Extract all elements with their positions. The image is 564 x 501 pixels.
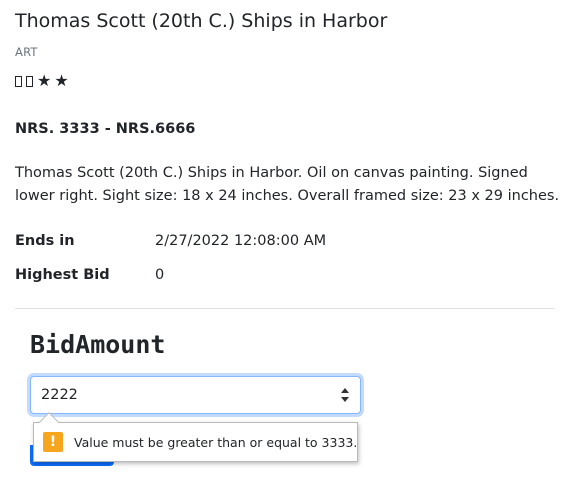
- spin-up-icon[interactable]: [341, 388, 349, 393]
- item-title: Thomas Scott (20th C.) Ships in Harbor: [15, 10, 388, 32]
- bid-amount-field: [30, 376, 361, 414]
- tooltip-arrow: [39, 412, 59, 432]
- section-divider: [15, 308, 555, 309]
- star-icon: ★: [54, 71, 69, 90]
- ends-in-value: 2/27/2022 12:08:00 AM: [155, 233, 327, 249]
- highest-bid-value: 0: [155, 267, 165, 283]
- empty-star-icon: [15, 75, 22, 87]
- highest-bid-label: Highest Bid: [15, 267, 110, 283]
- rating-stars: ★ ★: [15, 71, 72, 91]
- item-category: ART: [15, 45, 38, 59]
- spin-down-icon[interactable]: [341, 397, 349, 402]
- bid-amount-label: BidAmount: [30, 330, 166, 359]
- empty-star-icon: [26, 75, 33, 87]
- validation-message: Value must be greater than or equal to 3…: [74, 434, 358, 450]
- spinner-arrows-icon[interactable]: [339, 387, 351, 405]
- ends-in-label: Ends in: [15, 233, 75, 249]
- warning-icon: !: [43, 432, 63, 452]
- bid-amount-input[interactable]: [31, 377, 360, 413]
- price-range: NRS. 3333 - NRS.6666: [15, 121, 196, 137]
- validation-tooltip: ! Value must be greater than or equal to…: [33, 412, 358, 462]
- star-icon: ★: [37, 71, 52, 90]
- item-description: Thomas Scott (20th C.) Ships in Harbor. …: [15, 165, 560, 204]
